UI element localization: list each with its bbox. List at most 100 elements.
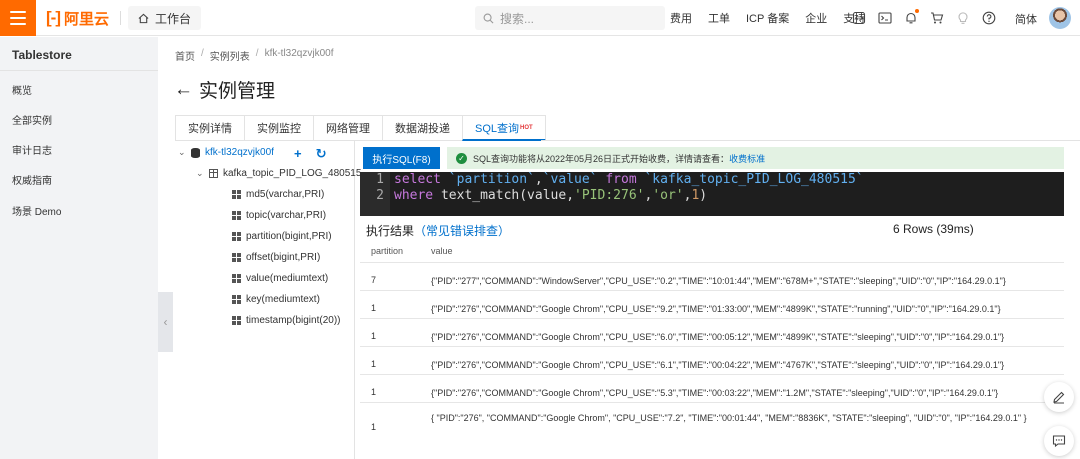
tree-actions: + ↻ xyxy=(294,146,327,162)
table-row[interactable]: 1 {"PID":"276","COMMAND":"Google Chrom",… xyxy=(360,290,1064,318)
cart-icon[interactable] xyxy=(930,11,944,25)
cell-value: {"PID":"276","COMMAND":"Google Chrom","C… xyxy=(431,332,1005,342)
chat-button[interactable] xyxy=(1044,426,1074,456)
nav-icp[interactable]: ICP 备案 xyxy=(746,10,789,26)
tree-instance-node[interactable]: ⌄ kfk-tl32qzvjk00f xyxy=(178,147,274,158)
column-icon xyxy=(232,295,241,304)
help-icon[interactable] xyxy=(982,11,996,25)
table-row[interactable]: 1 {"PID":"276","COMMAND":"Google Chrom",… xyxy=(360,346,1064,374)
tree-table-node[interactable]: ⌄ kafka_topic_PID_LOG_480515 xyxy=(196,168,361,179)
tab-sql-query[interactable]: SQL查询 HOT xyxy=(462,115,546,141)
nav-billing[interactable]: 费用 xyxy=(670,10,692,26)
tree-column-node[interactable]: partition(bigint,PRI) xyxy=(232,231,332,242)
chevron-left-icon: ‹ xyxy=(163,315,168,329)
table-row[interactable]: 1 {"PID":"276","COMMAND":"Google Chrom",… xyxy=(360,374,1064,402)
rows-summary: 6 Rows (39ms) xyxy=(893,222,974,236)
breadcrumb-home[interactable]: 首页 xyxy=(175,48,195,63)
table-row[interactable]: 1 { "PID":"276", "COMMAND":"Google Chrom… xyxy=(360,402,1064,446)
tree-column-node[interactable]: value(mediumtext) xyxy=(232,273,328,284)
tab-instance-monitoring[interactable]: 实例监控 xyxy=(244,115,314,141)
bell-icon[interactable] xyxy=(904,9,919,25)
table-header: partition value xyxy=(360,240,1064,262)
schema-tree: ⌄ kfk-tl32qzvjk00f + ↻ ⌄ kafka_topic_PID… xyxy=(175,141,361,459)
search-icon xyxy=(483,13,494,23)
divider xyxy=(120,11,121,25)
cell-partition: 1 xyxy=(371,331,377,341)
tab-data-lake[interactable]: 数据湖投递 xyxy=(382,115,463,141)
sidebar-collapse-handle[interactable]: ‹ xyxy=(158,292,173,352)
column-icon xyxy=(232,211,241,220)
breadcrumb-sep: / xyxy=(201,48,204,59)
tree-column-node[interactable]: offset(bigint,PRI) xyxy=(232,252,320,263)
code-line: 2 where text_match(value,'PID:276','or',… xyxy=(360,188,707,204)
logo-mark-icon: [-] xyxy=(46,8,61,27)
tree-column-node[interactable]: key(mediumtext) xyxy=(232,294,320,305)
sidebar-item-instances[interactable]: 全部实例 xyxy=(12,112,52,127)
sidebar-item-audit-log[interactable]: 审计日志 xyxy=(12,142,52,157)
page-title-text: 实例管理 xyxy=(199,81,276,102)
cell-partition: 1 xyxy=(371,387,377,397)
sidebar-item-overview[interactable]: 概览 xyxy=(12,82,32,97)
hot-badge: HOT xyxy=(520,124,533,131)
execute-sql-button[interactable]: 执行SQL(F8) xyxy=(363,147,440,169)
tree-column-node[interactable]: timestamp(bigint(20)) xyxy=(232,315,340,326)
workbench-button[interactable]: 工作台 xyxy=(128,6,202,30)
line-number: 2 xyxy=(376,188,384,203)
code-icon[interactable] xyxy=(852,11,866,25)
troubleshoot-link[interactable]: （常见错误排查） xyxy=(414,224,510,238)
tree-column-label: value(mediumtext) xyxy=(246,273,329,284)
search-input[interactable]: 搜索... xyxy=(475,6,665,30)
database-icon xyxy=(191,147,200,158)
check-circle-icon: ✓ xyxy=(456,152,467,164)
avatar[interactable] xyxy=(1049,7,1071,29)
tree-column-label: partition(bigint,PRI) xyxy=(246,231,332,242)
cell-value: {"PID":"276","COMMAND":"Google Chrom","C… xyxy=(431,360,1005,370)
top-icons xyxy=(852,0,1008,36)
sidebar-item-demo[interactable]: 场景 Demo xyxy=(12,203,61,218)
nav-tickets[interactable]: 工单 xyxy=(708,10,730,26)
line-number: 1 xyxy=(376,172,384,187)
billing-standard-link[interactable]: 收费标准 xyxy=(729,152,765,165)
cell-value: {"PID":"276","COMMAND":"Google Chrom","C… xyxy=(431,304,1001,314)
code-text: select `partition`,`value` from `kafka_t… xyxy=(394,172,864,187)
column-icon xyxy=(232,190,241,199)
page-title: ← 实例管理 xyxy=(174,76,275,103)
tree-table-label: kafka_topic_PID_LOG_480515 xyxy=(223,168,362,179)
logo[interactable]: [-] 阿里云 xyxy=(46,8,109,28)
sql-editor[interactable]: 1 select `partition`,`value` from `kafka… xyxy=(360,172,1064,216)
tree-column-label: offset(bigint,PRI) xyxy=(246,252,321,263)
divider xyxy=(541,140,1080,141)
tree-column-node[interactable]: topic(varchar,PRI) xyxy=(232,210,326,221)
tree-column-node[interactable]: md5(varchar,PRI) xyxy=(232,189,324,200)
tree-column-label: md5(varchar,PRI) xyxy=(246,189,325,200)
add-icon[interactable]: + xyxy=(294,146,302,162)
home-icon xyxy=(138,13,149,23)
column-header-partition: partition xyxy=(371,246,404,256)
breadcrumb-sep: / xyxy=(255,48,259,59)
tab-instance-details[interactable]: 实例详情 xyxy=(175,115,245,141)
edit-feedback-button[interactable] xyxy=(1044,382,1074,412)
logo-text: 阿里云 xyxy=(63,10,109,28)
sidebar-item-guide[interactable]: 权威指南 xyxy=(12,172,52,187)
column-icon xyxy=(232,253,241,262)
terminal-icon[interactable] xyxy=(878,11,892,25)
nav-enterprise[interactable]: 企业 xyxy=(805,10,827,26)
divider xyxy=(0,70,158,71)
back-arrow-icon[interactable]: ← xyxy=(174,79,193,101)
tree-column-label: topic(varchar,PRI) xyxy=(246,210,327,221)
cell-value: {"PID":"277","COMMAND":"WindowServer","C… xyxy=(431,276,1006,286)
workbench-label: 工作台 xyxy=(155,11,192,26)
breadcrumb-instances[interactable]: 实例列表 xyxy=(210,48,250,63)
refresh-icon[interactable]: ↻ xyxy=(316,146,327,162)
chevron-down-icon[interactable]: ⌄ xyxy=(178,147,186,158)
table-row[interactable]: 1 {"PID":"276","COMMAND":"Google Chrom",… xyxy=(360,318,1064,346)
tab-network[interactable]: 网络管理 xyxy=(313,115,383,141)
column-icon xyxy=(232,316,241,325)
lightbulb-icon[interactable] xyxy=(956,11,970,25)
chevron-down-icon[interactable]: ⌄ xyxy=(196,168,204,179)
menu-icon[interactable] xyxy=(0,0,36,36)
table-icon xyxy=(209,169,218,178)
cell-partition: 1 xyxy=(371,422,377,432)
language-switch[interactable]: 简体 xyxy=(1015,11,1037,27)
table-row[interactable]: 7 {"PID":"277","COMMAND":"WindowServer",… xyxy=(360,262,1064,290)
